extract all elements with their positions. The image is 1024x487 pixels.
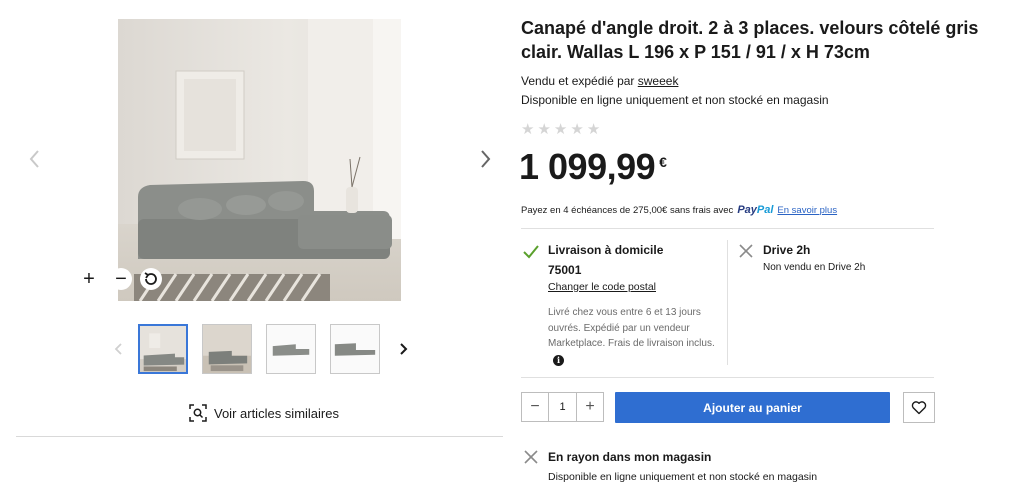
price-value: 1 099,99 (519, 146, 656, 187)
thumbnail-next-button[interactable] (394, 339, 412, 359)
delivery-zipcode: 75001 (548, 263, 582, 277)
seller-link[interactable]: sweeek (638, 74, 679, 88)
drive-subtitle: Non vendu en Drive 2h (763, 262, 866, 273)
wishlist-button[interactable] (903, 392, 935, 423)
availability-text: Disponible en ligne uniquement et non st… (521, 93, 829, 107)
price: 1 099,99 € (519, 146, 667, 188)
chevron-right-icon (481, 150, 491, 168)
seller-line: Vendu et expédié par sweeek (521, 74, 678, 88)
thumbnail-strip (110, 323, 412, 375)
store-title: En rayon dans mon magasin (548, 450, 712, 464)
divider (16, 436, 503, 437)
drive-title: Drive 2h (763, 243, 811, 257)
paypal-text: Payez en 4 échéances de 275,00€ sans fra… (521, 205, 734, 216)
delivery-info-text: Livré chez vous entre 6 et 13 jours ouvr… (548, 307, 715, 349)
quantity-decrease-button[interactable]: − (522, 393, 548, 421)
zoom-controls: + − (78, 268, 162, 290)
info-icon[interactable]: i (553, 355, 564, 366)
check-icon (523, 245, 539, 259)
paypal-logo: PayPal (737, 204, 774, 216)
delivery-info: Livré chez vous entre 6 et 13 jours ouvr… (548, 305, 718, 367)
divider (521, 228, 934, 229)
similar-items-link[interactable]: Voir articles similaires (189, 404, 339, 422)
thumbnail-2[interactable] (202, 324, 252, 374)
x-icon (739, 244, 753, 258)
divider (727, 240, 728, 365)
store-subtitle: Disponible en ligne uniquement et non st… (548, 471, 818, 483)
paypal-learn-more-link[interactable]: En savoir plus (777, 205, 837, 216)
star-icon: ★ (570, 121, 584, 138)
star-icon: ★ (586, 121, 601, 138)
add-to-cart-button[interactable]: Ajouter au panier (615, 392, 890, 423)
heart-icon (911, 401, 927, 415)
seller-prefix: Vendu et expédié par (521, 74, 638, 88)
quantity-input[interactable]: 1 (548, 393, 577, 421)
rotate-reset-icon (144, 272, 157, 285)
quantity-stepper: − 1 + (521, 392, 604, 422)
delivery-title: Livraison à domicile (548, 243, 664, 257)
zoom-reset-button[interactable] (140, 268, 162, 290)
zoom-out-button[interactable]: − (110, 268, 132, 290)
quantity-increase-button[interactable]: + (577, 393, 603, 421)
product-main-image[interactable] (118, 19, 401, 301)
chevron-right-icon (400, 343, 408, 355)
star-icon: ★ (553, 121, 568, 138)
paypal-installments: Payez en 4 échéances de 275,00€ sans fra… (521, 204, 837, 216)
price-currency: € (659, 154, 667, 170)
divider (521, 377, 934, 378)
rating-stars[interactable]: ★ ★ ★ ★ ★ (521, 122, 603, 137)
zoom-in-button[interactable]: + (78, 268, 100, 290)
star-icon: ★ (521, 121, 535, 138)
thumbnail-1[interactable] (138, 324, 188, 374)
change-zipcode-link[interactable]: Changer le code postal (548, 281, 656, 293)
thumbnail-prev-button[interactable] (110, 339, 128, 359)
thumbnail-4[interactable] (330, 324, 380, 374)
chevron-left-icon (29, 150, 39, 168)
gallery-prev-button[interactable] (26, 148, 44, 170)
star-icon: ★ (537, 121, 551, 138)
gallery-next-button[interactable] (476, 148, 494, 170)
similar-items-label: Voir articles similaires (214, 405, 339, 421)
thumbnail-3[interactable] (266, 324, 316, 374)
visual-search-icon (189, 404, 207, 422)
product-title: Canapé d'angle droit. 2 à 3 places. velo… (521, 18, 979, 62)
chevron-left-icon (114, 343, 122, 355)
x-icon (524, 450, 538, 464)
